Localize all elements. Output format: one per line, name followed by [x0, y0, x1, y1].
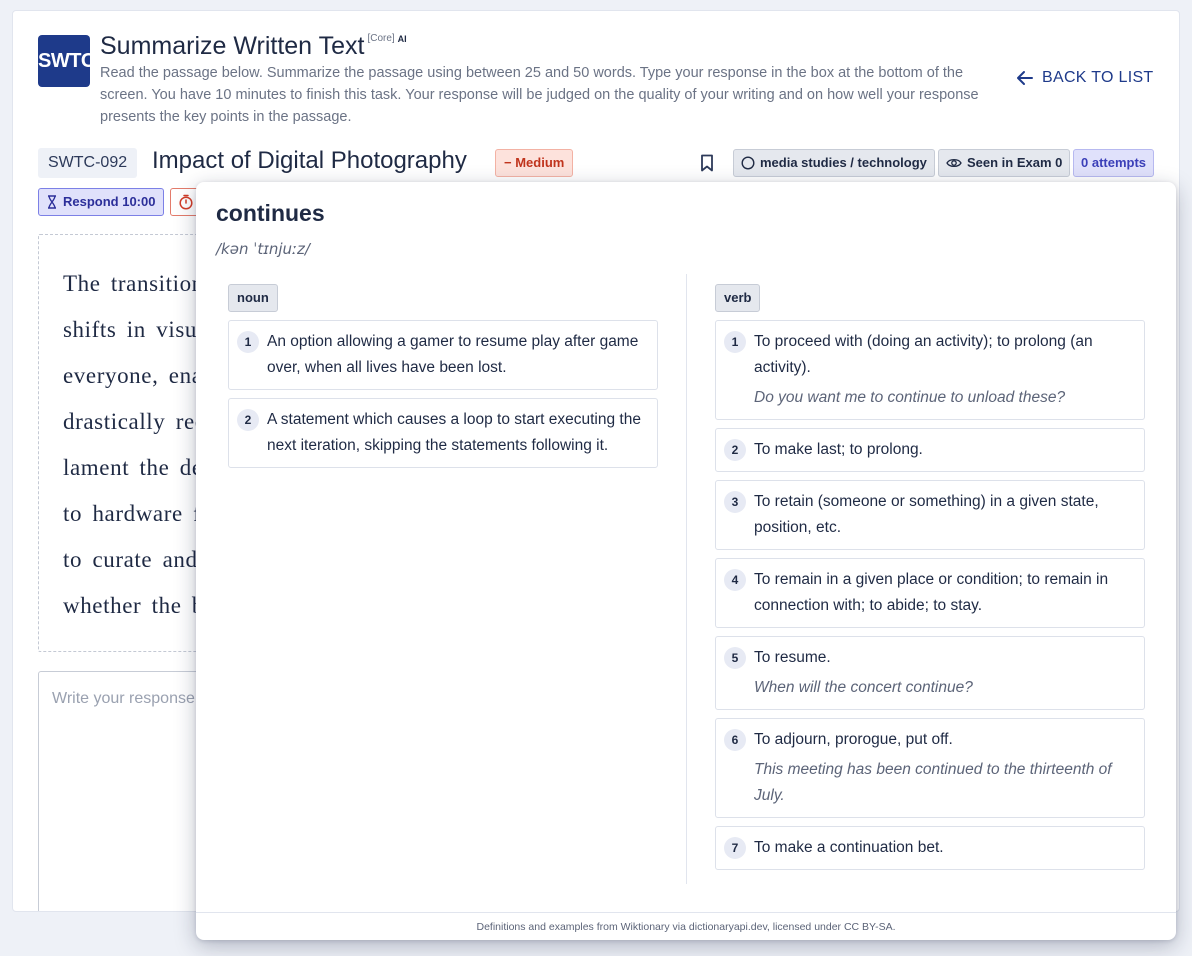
definition-item: 7 To make a continuation bet. — [715, 826, 1145, 870]
definition-example: This meeting has been continued to the t… — [754, 761, 1112, 804]
dictionary-phonetic: /kən ˈtɪnjuːz/ — [216, 240, 310, 258]
definition-text: To resume. — [754, 649, 831, 666]
difficulty-badge: − Medium — [495, 149, 574, 177]
part-of-speech-noun: noun — [228, 284, 278, 312]
definition-number: 7 — [724, 837, 746, 859]
back-to-list-button[interactable]: BACK TO LIST — [1016, 69, 1154, 87]
definition-item: 6 To adjourn, prorogue, put off. This me… — [715, 718, 1145, 818]
task-title: Summarize Written Text [Core] AI — [100, 32, 407, 61]
definition-number: 6 — [724, 729, 746, 751]
definition-number: 2 — [237, 409, 259, 431]
definition-item: 2 A statement which causes a loop to sta… — [228, 398, 658, 468]
back-to-list-label: BACK TO LIST — [1042, 69, 1154, 86]
part-of-speech-verb: verb — [715, 284, 761, 312]
topic-tag: media studies / technology — [733, 149, 935, 177]
noun-definitions: noun 1 An option allowing a gamer to res… — [228, 284, 658, 476]
eye-icon — [946, 158, 962, 168]
task-instructions: Read the passage below. Summarize the pa… — [100, 65, 979, 125]
dictionary-word: continues — [216, 200, 325, 226]
column-divider — [686, 274, 687, 884]
definition-item: 1 An option allowing a gamer to resume p… — [228, 320, 658, 390]
definition-text: To adjourn, prorogue, put off. — [754, 731, 953, 748]
question-title: Impact of Digital Photography — [152, 147, 467, 174]
definition-text: To make a continuation bet. — [754, 839, 944, 856]
hourglass-icon — [48, 195, 56, 209]
attempts-tag: 0 attempts — [1073, 149, 1155, 177]
definition-number: 1 — [237, 331, 259, 353]
seen-label: Seen in Exam 0 — [967, 155, 1063, 170]
ai-tag: AI — [397, 34, 407, 44]
difficulty-label: Medium — [515, 155, 565, 170]
stopwatch-icon — [179, 194, 193, 210]
definition-item: 4 To remain in a given place or conditio… — [715, 558, 1145, 628]
topic-label: media studies / technology — [760, 155, 927, 170]
definition-text: To remain in a given place or condition;… — [754, 571, 1109, 614]
respond-label: Respond 10:00 — [63, 194, 156, 209]
definition-text: To proceed with (doing an activity); to … — [754, 333, 1093, 376]
definition-item: 1 To proceed with (doing an activity); t… — [715, 320, 1145, 420]
circle-icon — [741, 156, 755, 170]
definition-text: To retain (someone or something) in a gi… — [754, 493, 1099, 536]
definition-example: When will the concert continue? — [754, 679, 973, 696]
arrow-left-icon — [1017, 71, 1033, 85]
core-tag: [Core] — [367, 33, 395, 44]
definition-item: 2 To make last; to prolong. — [715, 428, 1145, 472]
task-logo: SWTC — [38, 35, 90, 87]
definition-text: To make last; to prolong. — [754, 441, 923, 458]
respond-timer: Respond 10:00 — [38, 188, 165, 216]
dictionary-attribution: Definitions and examples from Wiktionary… — [196, 912, 1176, 940]
definition-example: Do you want me to continue to unload the… — [754, 389, 1066, 406]
definition-item: 3 To retain (someone or something) in a … — [715, 480, 1145, 550]
bookmark-icon[interactable] — [699, 154, 715, 172]
minus-icon: − — [504, 155, 512, 170]
verb-definitions: verb 1 To proceed with (doing an activit… — [715, 284, 1145, 878]
definition-text: An option allowing a gamer to resume pla… — [267, 333, 639, 376]
question-id: SWTC-092 — [38, 148, 138, 178]
definition-number: 1 — [724, 331, 746, 353]
definition-text: A statement which causes a loop to start… — [267, 411, 641, 454]
task-title-text: Summarize Written Text — [100, 32, 365, 60]
dictionary-popup: continues /kən ˈtɪnjuːz/ noun 1 An optio… — [196, 182, 1176, 940]
definition-item: 5 To resume. When will the concert conti… — [715, 636, 1145, 710]
definition-number: 2 — [724, 439, 746, 461]
definition-number: 5 — [724, 647, 746, 669]
seen-in-exam-tag: Seen in Exam 0 — [938, 149, 1071, 177]
definition-number: 4 — [724, 569, 746, 591]
definition-number: 3 — [724, 491, 746, 513]
